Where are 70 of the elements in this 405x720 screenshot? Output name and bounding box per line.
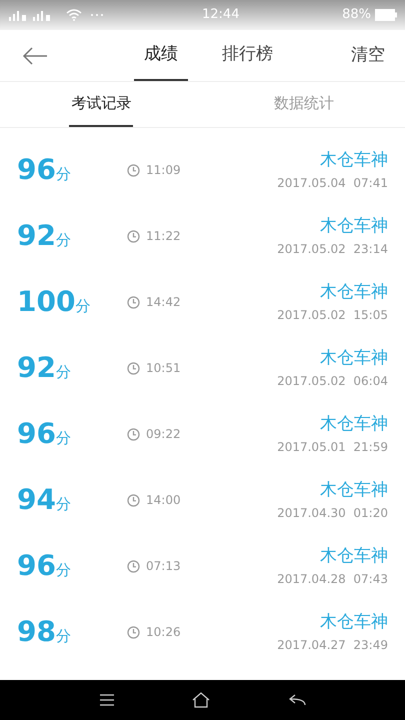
user-name: 木仓车神 <box>320 479 388 502</box>
header-tab[interactable]: 排行榜 <box>212 30 283 81</box>
record-date: 2017.05.04 07:41 <box>277 174 388 192</box>
duration-text: 14:42 <box>146 294 181 311</box>
duration-text: 10:51 <box>146 360 181 377</box>
home-icon[interactable] <box>192 692 210 708</box>
record-row[interactable]: 96分 11:09 木仓车神 2017.05.04 07:41 <box>0 137 405 203</box>
score-value: 96 <box>17 416 56 452</box>
user-name: 木仓车神 <box>320 281 388 304</box>
score-value: 96 <box>17 548 56 584</box>
score-value: 92 <box>17 350 56 386</box>
score-value: 100 <box>17 284 76 320</box>
clock-icon <box>127 626 140 638</box>
record-date: 2017.04.27 23:49 <box>277 636 388 654</box>
clear-button[interactable]: 清空 <box>351 42 385 68</box>
score-unit: 分 <box>56 230 71 251</box>
back-icon[interactable] <box>288 694 306 706</box>
score-unit: 分 <box>56 560 71 581</box>
clock-icon <box>127 164 140 176</box>
clock-icon <box>127 560 140 572</box>
user-name: 木仓车神 <box>320 215 388 238</box>
user-name: 木仓车神 <box>320 611 388 634</box>
record-date: 2017.05.01 21:59 <box>277 438 388 456</box>
record-row[interactable]: 96分 09:22 木仓车神 2017.05.01 21:59 <box>0 401 405 467</box>
record-row[interactable]: 92分 10:51 木仓车神 2017.05.02 06:04 <box>0 335 405 401</box>
score-unit: 分 <box>56 164 71 185</box>
record-row[interactable]: 94分 14:00 木仓车神 2017.04.30 01:20 <box>0 467 405 533</box>
score-value: 96 <box>17 152 56 188</box>
score-value: 94 <box>17 482 56 518</box>
duration-text: 09:22 <box>146 426 181 443</box>
user-name: 木仓车神 <box>320 545 388 568</box>
back-arrow-icon <box>22 46 48 64</box>
battery-icon <box>375 9 397 21</box>
record-date: 2017.05.02 23:14 <box>277 240 388 258</box>
clock-icon <box>127 494 140 506</box>
duration-text: 10:26 <box>146 624 181 641</box>
score-unit: 分 <box>75 296 90 317</box>
clock-icon <box>127 362 140 374</box>
clock-icon <box>127 428 140 440</box>
user-name: 木仓车神 <box>320 149 388 172</box>
clock-icon <box>127 296 140 308</box>
sub-tab[interactable]: 数据统计 <box>272 82 336 127</box>
user-name: 木仓车神 <box>320 347 388 370</box>
score-value: 92 <box>17 218 56 254</box>
sub-tab[interactable]: 考试记录 <box>69 82 134 127</box>
duration-text: 14:00 <box>146 492 181 509</box>
record-row[interactable]: 96分 07:13 木仓车神 2017.04.28 07:43 <box>0 533 405 599</box>
duration-text: 07:13 <box>146 558 181 575</box>
record-date: 2017.05.02 06:04 <box>277 372 388 390</box>
record-date: 2017.05.02 15:05 <box>277 306 388 324</box>
menu-icon[interactable] <box>98 694 115 706</box>
battery-percent: 88% <box>342 6 371 24</box>
record-date: 2017.04.30 01:20 <box>277 504 388 522</box>
record-row[interactable]: 98分 10:26 木仓车神 2017.04.27 23:49 <box>0 599 405 665</box>
score-value: 98 <box>17 614 56 650</box>
more-icon <box>90 13 104 17</box>
wifi-icon <box>66 9 82 21</box>
record-row[interactable]: 100分 14:42 木仓车神 2017.05.02 15:05 <box>0 269 405 335</box>
score-unit: 分 <box>56 362 71 383</box>
clock-time: 12:44 <box>202 6 240 24</box>
score-unit: 分 <box>56 428 71 449</box>
record-date: 2017.04.28 07:43 <box>277 570 388 588</box>
header-tab[interactable]: 成绩 <box>134 30 188 81</box>
score-unit: 分 <box>56 626 71 647</box>
clock-icon <box>127 230 140 242</box>
duration-text: 11:09 <box>146 162 181 179</box>
record-row[interactable]: 92分 11:22 木仓车神 2017.05.02 23:14 <box>0 203 405 269</box>
score-unit: 分 <box>56 494 71 515</box>
user-name: 木仓车神 <box>320 413 388 436</box>
duration-text: 11:22 <box>146 228 181 245</box>
